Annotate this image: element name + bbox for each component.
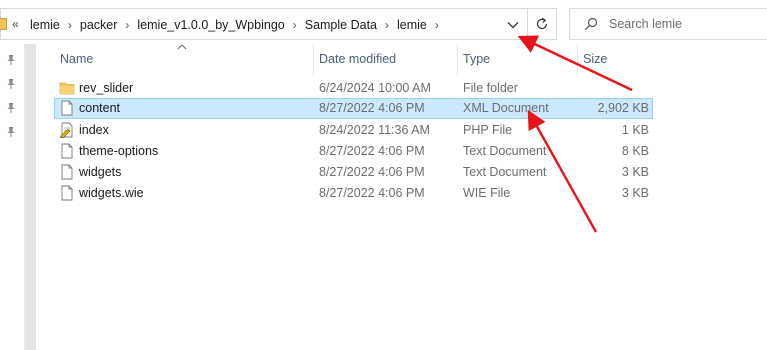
column-header-type[interactable]: Type	[463, 52, 490, 66]
breadcrumb-overflow-button[interactable]: «	[12, 17, 19, 31]
xml-document-icon	[61, 100, 73, 116]
file-row-selected[interactable]: content 8/27/2022 4:06 PM XML Document 2…	[54, 98, 653, 119]
breadcrumb-item-lemie[interactable]: lemie	[27, 18, 63, 32]
breadcrumb: lemie › packer › lemie_v1.0.0_by_Wpbingo…	[27, 17, 444, 33]
column-divider[interactable]	[313, 45, 314, 75]
breadcrumb-item-sample-data[interactable]: Sample Data	[302, 18, 380, 32]
column-header-name[interactable]: Name	[60, 52, 93, 66]
file-name[interactable]: index	[79, 123, 109, 137]
breadcrumb-separator[interactable]: ›	[288, 18, 302, 32]
file-type: XML Document	[463, 101, 549, 115]
address-bar[interactable]: « lemie › packer › lemie_v1.0.0_by_Wpbin…	[0, 8, 528, 40]
breadcrumb-separator[interactable]: ›	[63, 18, 77, 32]
file-size: 2,902 KB	[597, 101, 649, 115]
file-size: 3 KB	[621, 165, 649, 179]
file-row[interactable]: widgets.wie 8/27/2022 4:06 PM WIE File 3…	[54, 183, 653, 204]
breadcrumb-separator[interactable]: ›	[430, 18, 444, 32]
file-row[interactable]: widgets 8/27/2022 4:06 PM Text Document …	[54, 162, 653, 183]
file-size: 8 KB	[621, 144, 649, 158]
file-name[interactable]: rev_slider	[79, 81, 133, 95]
file-type: PHP File	[463, 123, 513, 137]
file-name[interactable]: widgets	[79, 165, 121, 179]
file-date-modified: 8/27/2022 4:06 PM	[319, 186, 425, 200]
file-date-modified: 8/27/2022 4:06 PM	[319, 101, 425, 115]
sort-ascending-icon	[177, 44, 187, 50]
pin-icon[interactable]	[5, 102, 17, 114]
search-box[interactable]	[569, 8, 767, 40]
breadcrumb-item-packer[interactable]: packer	[77, 18, 121, 32]
pin-icon[interactable]	[5, 126, 17, 138]
file-name[interactable]: content	[79, 101, 120, 115]
breadcrumb-item-current[interactable]: lemie	[394, 18, 430, 32]
navigation-pane-scrollbar[interactable]	[24, 44, 36, 350]
file-date-modified: 8/27/2022 4:06 PM	[319, 165, 425, 179]
breadcrumb-separator[interactable]: ›	[380, 18, 394, 32]
column-divider[interactable]	[457, 45, 458, 75]
refresh-button[interactable]	[528, 8, 557, 40]
file-row[interactable]: rev_slider 6/24/2024 10:00 AM File folde…	[54, 78, 653, 99]
pin-icon[interactable]	[5, 54, 17, 66]
file-date-modified: 6/24/2024 10:00 AM	[319, 81, 431, 95]
refresh-icon	[536, 17, 548, 30]
pin-icon[interactable]	[5, 78, 17, 90]
file-date-modified: 8/27/2022 4:06 PM	[319, 144, 425, 158]
file-row[interactable]: index 8/24/2022 11:36 AM PHP File 1 KB	[54, 120, 653, 141]
search-input[interactable]	[609, 15, 759, 33]
breadcrumb-separator[interactable]: ›	[120, 18, 134, 32]
address-history-dropdown-button[interactable]	[503, 16, 523, 34]
breadcrumb-item-lemie-v1[interactable]: lemie_v1.0.0_by_Wpbingo	[134, 18, 287, 32]
file-type: WIE File	[463, 186, 511, 200]
text-document-icon	[61, 143, 73, 159]
file-type: File folder	[463, 81, 518, 95]
wie-file-icon	[61, 185, 73, 201]
column-header-size[interactable]: Size	[583, 52, 607, 66]
folder-icon	[0, 18, 7, 30]
search-icon	[584, 17, 598, 31]
file-row[interactable]: theme-options 8/27/2022 4:06 PM Text Doc…	[54, 141, 653, 162]
file-size: 1 KB	[621, 123, 649, 137]
folder-icon	[59, 82, 75, 95]
file-size: 3 KB	[621, 186, 649, 200]
file-date-modified: 8/24/2022 11:36 AM	[319, 123, 430, 137]
file-name[interactable]: widgets.wie	[79, 186, 144, 200]
column-header-date-modified[interactable]: Date modified	[319, 52, 396, 66]
chevron-down-icon	[507, 22, 519, 29]
file-type: Text Document	[463, 165, 547, 179]
file-type: Text Document	[463, 144, 547, 158]
column-divider[interactable]	[577, 45, 578, 75]
php-file-icon	[60, 122, 73, 138]
text-document-icon	[61, 164, 73, 180]
file-name[interactable]: theme-options	[79, 144, 158, 158]
